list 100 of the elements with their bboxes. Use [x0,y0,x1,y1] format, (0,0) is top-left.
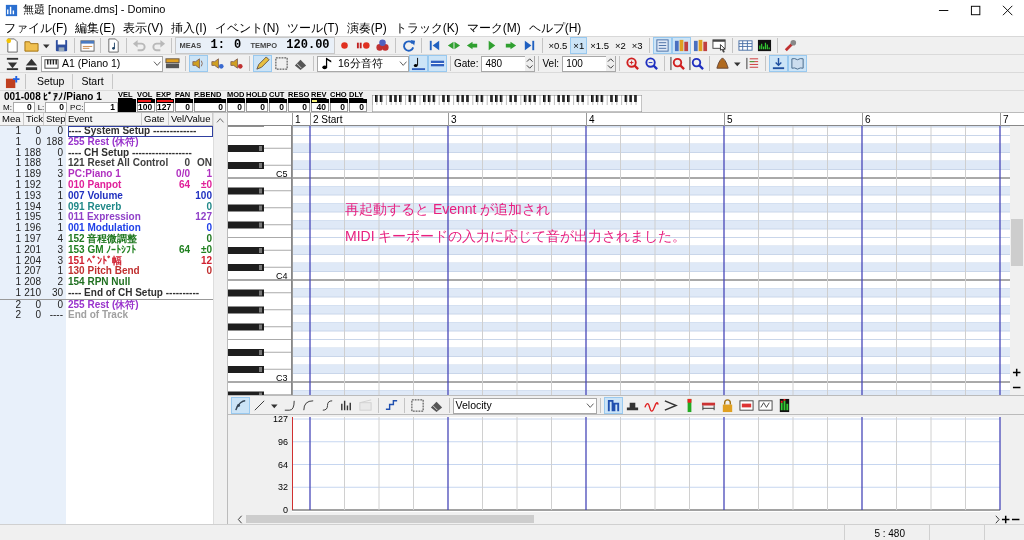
axis-label: 64 [278,459,288,470]
window-title: 無題 [noname.dms] - Domino [23,3,167,17]
value-cell-text: 0 [205,223,213,234]
event-name[interactable]: 007 Volume [68,190,190,202]
field-value: 1 [84,102,118,113]
zoom-out-icon[interactable] [687,55,707,72]
box-icon[interactable] [755,397,775,414]
event-name[interactable]: 121 Reset All Control [68,158,177,170]
event-name[interactable]: 255 Rest (休符) [68,136,213,148]
table-icon[interactable] [735,37,755,54]
event-name[interactable]: PC:Piano 1 [68,169,174,180]
speaker-icon[interactable] [227,55,246,72]
gate-cell: 64 [178,244,190,256]
event-name[interactable]: 001 Modulation [68,223,190,234]
track-select[interactable]: A1 (Piano 1) [41,55,163,72]
select-rect-icon[interactable] [272,55,291,72]
tick-cell: 197 [24,233,44,245]
measure-label: 1 [295,114,301,125]
column-header[interactable]: Gate [142,113,169,125]
value-cell-text: ON [196,158,213,169]
scroll-thumb[interactable] [1011,219,1023,266]
window-icon[interactable] [77,37,97,54]
spinner-icon[interactable] [605,56,616,71]
close-icon[interactable] [1002,2,1014,18]
speaker-icon[interactable] [189,55,208,72]
gate-cell: 0/0 [176,169,190,180]
box-icon[interactable] [736,397,756,414]
menu-item[interactable]: 挿入(I) [167,20,211,36]
menu-item[interactable]: ヘルプ(H) [524,20,586,36]
meter-value: 0 [246,103,268,112]
event-name[interactable]: 154 RPN Null [68,277,213,288]
value-cell-text: 127 [194,212,213,223]
menu-item[interactable]: イベント(N) [210,20,284,36]
pen-icon[interactable] [231,397,250,414]
event-name[interactable]: 130 Pitch Bend [68,266,190,278]
tick-cell: 189 [24,169,44,180]
velocity-field[interactable]: 100 [562,55,617,72]
add-marker-icon[interactable] [3,73,22,90]
measure-value: 1: [210,38,225,53]
speaker-icon[interactable] [208,55,227,72]
step-cell: 188 [44,136,66,148]
menu-item[interactable]: ツール(T) [283,20,343,36]
event-name[interactable]: 153 GM ﾉｰﾄｼﾌﾄ [68,244,176,256]
event-name[interactable]: 011 Expression [68,212,190,224]
tick-cell: 208 [24,277,44,288]
speed-toggle[interactable]: ×1 [570,37,588,54]
scroll-thumb[interactable] [246,515,535,523]
event-name[interactable]: ---- CH Setup ------------------ [68,147,213,159]
column-header[interactable]: Tick [24,113,44,125]
zoom-in-icon[interactable] [668,55,688,72]
menu-item[interactable]: マーク(M) [462,20,525,36]
tick-cell: 188 [24,147,44,159]
column-header[interactable]: Event [66,113,142,125]
speed-toggle[interactable]: ×1.5 [587,37,612,54]
event-name[interactable]: ---- End of CH Setup ---------- [68,287,213,299]
pointer-window-icon[interactable] [709,37,729,54]
tick-cell: 201 [24,244,44,256]
axis-label: 127 [272,415,288,424]
menu-item[interactable]: 演奏(P) [342,20,391,36]
gate-field[interactable]: 480 [481,55,536,72]
tick-cell: 196 [24,223,44,234]
annotation-text: 再起動すると Evennt が追加され [345,200,551,218]
speed-toggle[interactable]: ×3 [628,37,646,54]
event-name[interactable]: 255 Rest (休符) [68,299,213,311]
bar-graph-icon[interactable] [603,397,623,414]
tick-cell: 210 [24,287,44,299]
octave-label: C5 [276,168,288,179]
column-header[interactable]: Mea [0,113,24,125]
value-cell-text: 100 [194,190,213,202]
menu-item[interactable]: 編集(E) [71,20,120,36]
column-header[interactable]: Step [44,113,66,125]
menu-item[interactable]: 表示(V) [119,20,168,36]
speed-toggle[interactable]: ×2 [611,37,629,54]
controller-select[interactable]: Velocity [452,397,597,414]
marker-tab[interactable]: Setup [29,74,74,89]
piano-keyboard-drawing[interactable]: C5 C4 C3 [228,126,292,395]
menu-item[interactable]: ファイル(F) [0,20,72,36]
note-icon[interactable] [409,55,428,72]
field-label: Gate: [454,57,479,70]
event-name[interactable]: 091 Reverb [68,201,190,213]
meter-value: 40 [311,103,329,112]
meter-value: 0 [194,103,226,112]
mini-keyboard-drawing[interactable] [372,95,642,112]
bar-icon[interactable] [428,55,447,72]
meter-value: 0 [227,103,245,112]
tick-cell: 193 [24,190,44,202]
note-length-select[interactable]: 16分音符 [317,55,409,72]
download-icon[interactable] [768,55,788,72]
menu-item[interactable]: トラック(K) [390,20,463,36]
marker-tab[interactable]: Start [73,74,113,89]
spinner-icon[interactable] [525,56,535,71]
value-cell-text: 0 [205,266,213,278]
measure-label: 5 [727,114,733,125]
event-name[interactable]: 152 音程微調整 [68,233,190,245]
event-name[interactable]: 010 Panpot [68,180,176,191]
meter-value: 0 [349,103,367,112]
event-name[interactable]: 151 ﾍﾞﾝﾄﾞ幅 [68,255,190,267]
speed-toggle[interactable]: ×0.5 [545,37,571,54]
pencil-icon[interactable] [253,55,272,72]
measure-label: 7 [1003,114,1009,125]
